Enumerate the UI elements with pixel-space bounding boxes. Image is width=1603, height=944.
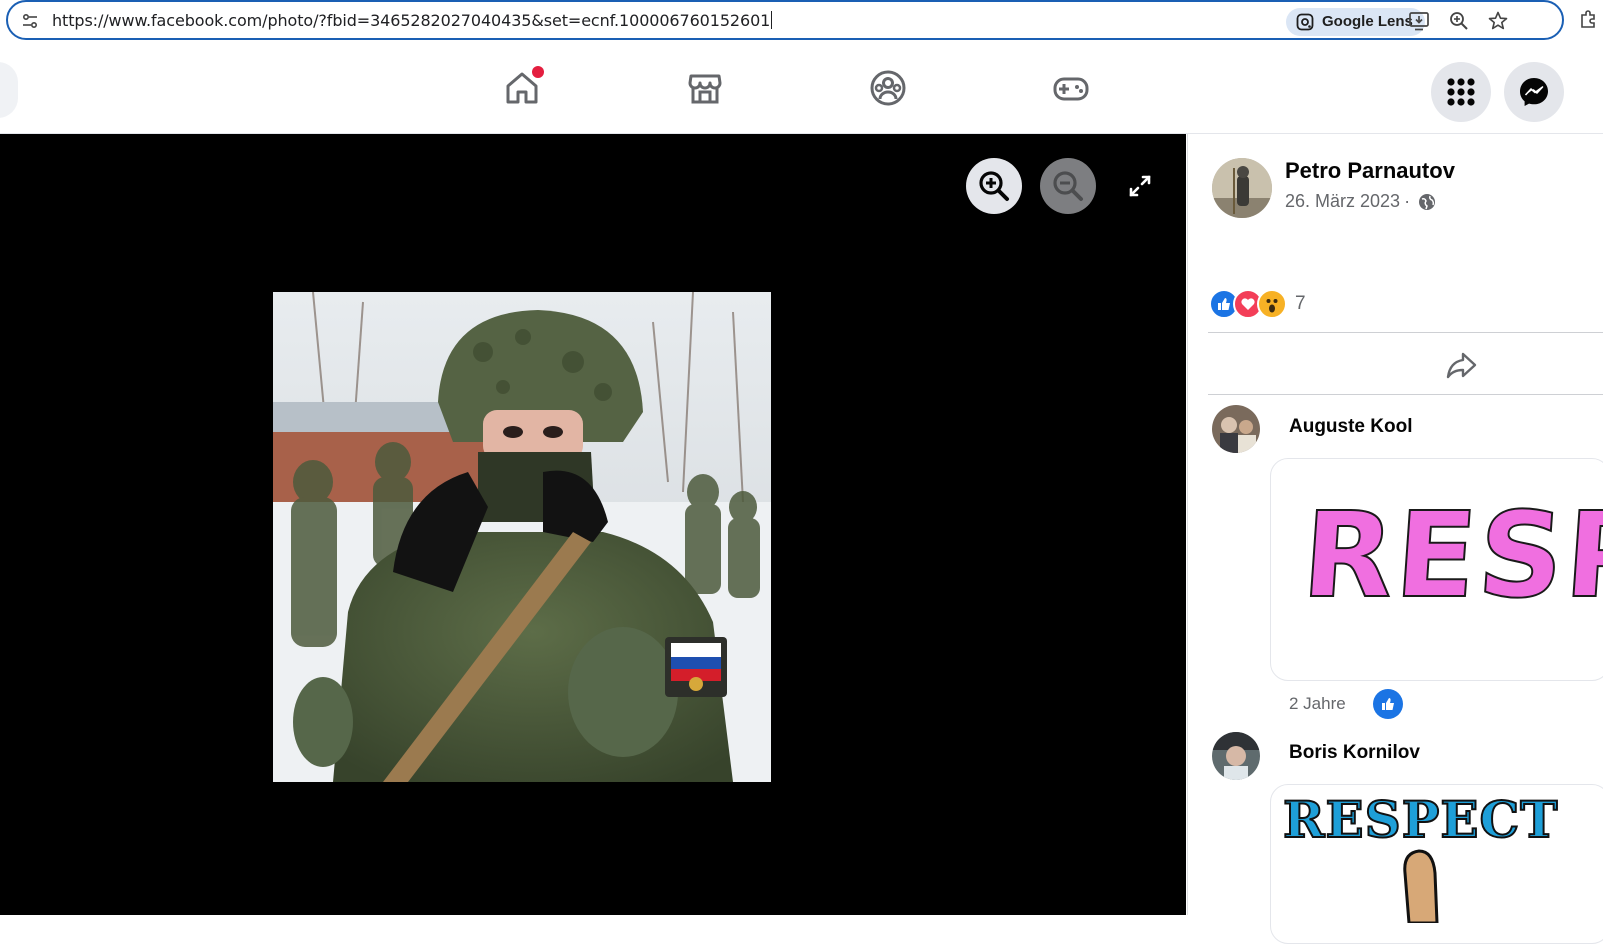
messenger-icon <box>1520 78 1548 106</box>
commenter-avatar[interactable] <box>1212 405 1260 453</box>
gaming-icon <box>1053 77 1089 101</box>
comment-like-badge[interactable] <box>1373 689 1403 719</box>
divider <box>1208 394 1603 395</box>
like-icon <box>1382 698 1394 710</box>
commenter-avatar[interactable] <box>1212 732 1260 780</box>
soldier-photo-image <box>273 292 771 782</box>
author-avatar-image <box>1212 158 1272 218</box>
app-grid-icon <box>1447 78 1475 106</box>
comment-sticker[interactable]: RESPE <box>1270 458 1603 681</box>
tab-groups[interactable] <box>868 68 912 112</box>
menu-button[interactable] <box>1431 62 1491 122</box>
browser-toolbar: https://www.facebook.com/photo/?fbid=346… <box>0 0 1603 46</box>
notification-dot <box>532 66 544 78</box>
wow-reaction-icon <box>1257 289 1287 319</box>
zoom-out-icon <box>1053 171 1083 201</box>
sticker-text: RESPECT <box>1282 789 1559 850</box>
fullscreen-icon[interactable] <box>1124 170 1156 202</box>
comment-author[interactable]: Boris Kornilov <box>1289 742 1420 764</box>
post-photo[interactable] <box>273 292 771 782</box>
comment-author[interactable]: Auguste Kool <box>1289 416 1413 438</box>
tab-home[interactable] <box>502 66 546 112</box>
author-avatar[interactable] <box>1212 158 1272 218</box>
commenter-avatar-image <box>1212 732 1260 780</box>
commenter-avatar-image <box>1212 405 1260 453</box>
facebook-top-nav <box>0 46 1603 134</box>
bookmark-star-icon[interactable] <box>1487 10 1509 32</box>
google-lens-label: Google Lens <box>1322 13 1413 30</box>
reaction-count[interactable]: 7 <box>1295 293 1306 315</box>
share-icon[interactable] <box>1444 348 1478 382</box>
comment-sticker[interactable]: RESPECT <box>1270 784 1603 944</box>
site-settings-icon[interactable] <box>20 11 40 31</box>
post-sidebar: Petro Parnautov 26. März 2023 · 7 August… <box>1187 134 1603 944</box>
groups-icon <box>870 70 906 106</box>
divider <box>1208 332 1603 333</box>
author-name[interactable]: Petro Parnautov <box>1285 158 1455 184</box>
zoom-out-button[interactable] <box>1040 158 1096 214</box>
google-lens-icon <box>1296 13 1314 31</box>
post-date[interactable]: 26. März 2023 <box>1285 191 1400 212</box>
address-bar[interactable]: https://www.facebook.com/photo/?fbid=346… <box>6 0 1564 40</box>
zoom-in-icon <box>979 171 1009 201</box>
tab-gaming[interactable] <box>1051 68 1095 112</box>
tab-marketplace[interactable] <box>685 68 729 112</box>
zoom-in-button[interactable] <box>966 158 1022 214</box>
google-lens-button[interactable]: Google Lens <box>1286 8 1425 36</box>
post-meta: 26. März 2023 · <box>1285 191 1436 212</box>
globe-icon <box>1419 193 1436 210</box>
meta-separator: · <box>1404 191 1411 211</box>
comment-time[interactable]: 2 Jahre <box>1289 694 1346 714</box>
photo-viewer <box>0 134 1186 915</box>
thumb-sticker-image <box>1403 849 1439 923</box>
search-pill[interactable] <box>0 62 18 118</box>
install-app-icon[interactable] <box>1408 10 1430 32</box>
marketplace-icon <box>688 74 722 104</box>
zoom-icon[interactable] <box>1448 10 1470 32</box>
extensions-icon[interactable] <box>1578 8 1600 30</box>
reaction-summary[interactable]: 7 <box>1209 288 1306 320</box>
sticker-text: RESPE <box>1297 485 1603 625</box>
url-text[interactable]: https://www.facebook.com/photo/?fbid=346… <box>52 11 772 30</box>
messenger-button[interactable] <box>1504 62 1564 122</box>
